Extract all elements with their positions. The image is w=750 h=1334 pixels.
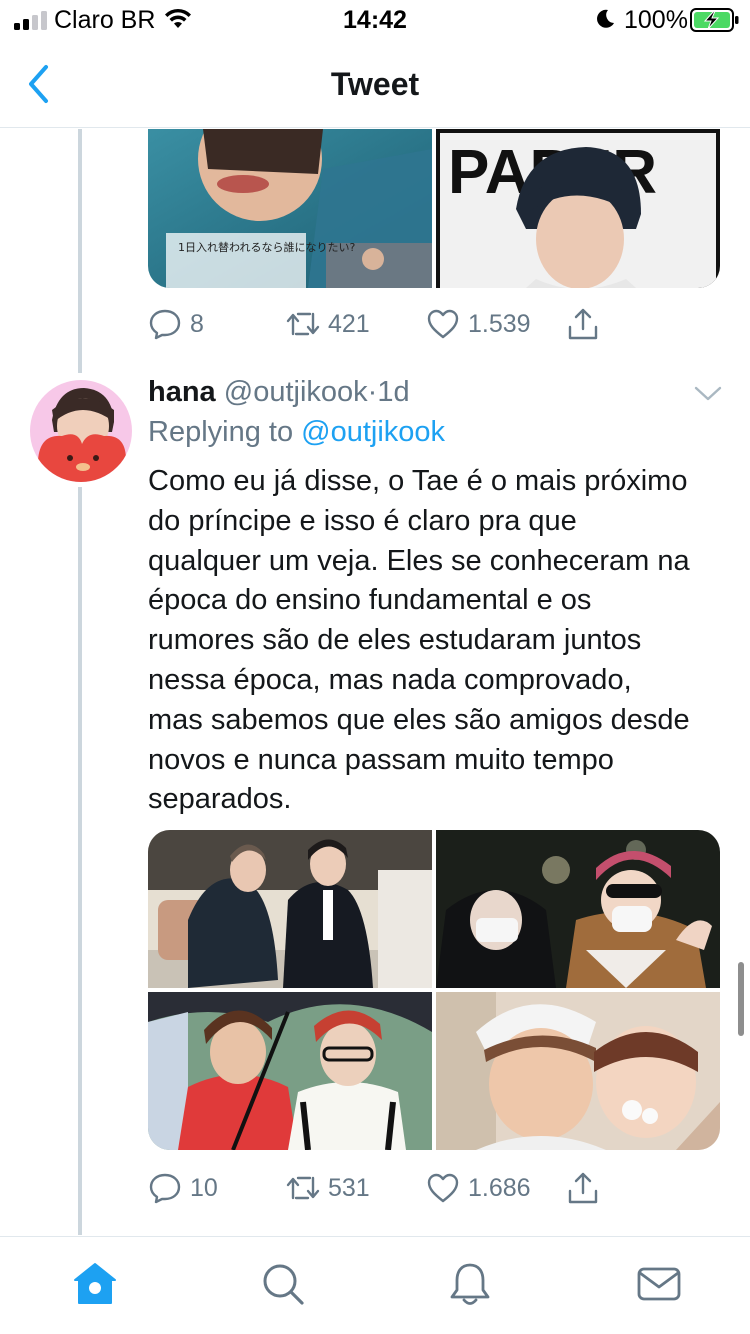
author-handle[interactable]: @outjikook xyxy=(224,376,368,408)
photo-caption-text: 1日入れ替われるなら誰になりたい? xyxy=(178,240,355,254)
share-button[interactable] xyxy=(566,1168,600,1208)
tweet-text-line: nessa época, mas nada comprovado, xyxy=(148,663,632,696)
do-not-disturb-moon-icon xyxy=(597,9,614,28)
retweet-icon xyxy=(286,1176,320,1200)
tweet-text-line: época do ensino fundamental e os xyxy=(148,584,592,617)
share-icon xyxy=(568,308,598,340)
share-icon xyxy=(568,1172,598,1204)
tweet-text-line: separados. xyxy=(148,783,292,816)
like-button[interactable]: 1.539 xyxy=(426,304,531,344)
thread-connector-line xyxy=(78,129,82,373)
reply-count: 10 xyxy=(190,1173,218,1202)
tweet-text-line: do príncipe e isso é claro pra que xyxy=(148,504,577,537)
tweet-text-line: qualquer um veja. Eles se conheceram na xyxy=(148,544,690,577)
replying-to-line: Replying to @outjikook xyxy=(148,416,445,449)
media-photo[interactable] xyxy=(148,992,432,1150)
thread-connector-line xyxy=(78,487,82,1235)
bottom-tab-bar xyxy=(0,1236,750,1334)
like-count: 1.686 xyxy=(468,1173,531,1202)
messages-icon[interactable] xyxy=(636,1261,682,1307)
tweet-media-grid xyxy=(148,830,720,1150)
media-photo[interactable]: PAPER xyxy=(436,129,720,288)
battery-charging-icon xyxy=(690,8,739,32)
tweet-author-line: hana @outjikook·1d xyxy=(148,376,410,416)
tweet-actions: 10 531 1.686 xyxy=(148,1168,720,1208)
previous-tweet-actions: 8 421 1.539 xyxy=(148,304,720,344)
heart-icon xyxy=(427,309,459,339)
chevron-down-icon[interactable] xyxy=(692,382,724,406)
search-icon[interactable] xyxy=(260,1261,306,1307)
retweet-count: 421 xyxy=(328,309,370,338)
retweet-button[interactable]: 531 xyxy=(286,1168,370,1208)
share-button[interactable] xyxy=(566,304,600,344)
tweet-text-line: mas sabemos que eles são amigos desde xyxy=(148,703,690,736)
heart-icon xyxy=(427,1173,459,1203)
replying-to-prefix: Replying to xyxy=(148,416,294,448)
tweet-text-line: novos e nunca passam muito tempo xyxy=(148,743,614,776)
navigation-bar: Tweet xyxy=(0,40,750,128)
retweet-count: 531 xyxy=(328,1173,370,1202)
reply-count: 8 xyxy=(190,309,204,338)
media-photo[interactable] xyxy=(436,992,720,1150)
like-button[interactable]: 1.686 xyxy=(426,1168,531,1208)
replying-to-mention[interactable]: @outjikook xyxy=(301,416,445,448)
author-display-name[interactable]: hana xyxy=(148,376,216,408)
tweet-timestamp: 1d xyxy=(377,376,410,408)
media-photo[interactable] xyxy=(148,830,432,988)
avatar[interactable] xyxy=(30,380,132,482)
notifications-icon[interactable] xyxy=(447,1261,493,1307)
status-bar: Claro BR 14:42 100% xyxy=(0,0,750,40)
battery-percentage: 100% xyxy=(624,6,688,34)
reply-button[interactable]: 8 xyxy=(148,304,204,344)
retweet-button[interactable]: 421 xyxy=(286,304,370,344)
reply-icon xyxy=(149,309,181,340)
previous-tweet-media: 1日入れ替われるなら誰になりたい? PAPER xyxy=(148,129,720,288)
home-icon[interactable] xyxy=(72,1261,118,1307)
retweet-icon xyxy=(286,312,320,336)
tweet-text: Como eu já disse, o Tae é o mais próximo… xyxy=(148,462,738,820)
media-photo[interactable] xyxy=(436,830,720,988)
reply-icon xyxy=(149,1173,181,1204)
page-title: Tweet xyxy=(330,66,420,102)
scroll-indicator[interactable] xyxy=(738,962,744,1036)
like-count: 1.539 xyxy=(468,309,531,338)
tweet-text-line: rumores são de eles estudaram juntos xyxy=(148,624,642,657)
reply-button[interactable]: 10 xyxy=(148,1168,218,1208)
tweet-text-line: Como eu já disse, o Tae é o mais próximo xyxy=(148,465,688,497)
timestamp-separator: · xyxy=(367,376,378,408)
media-photo[interactable]: 1日入れ替われるなら誰になりたい? xyxy=(148,129,432,288)
